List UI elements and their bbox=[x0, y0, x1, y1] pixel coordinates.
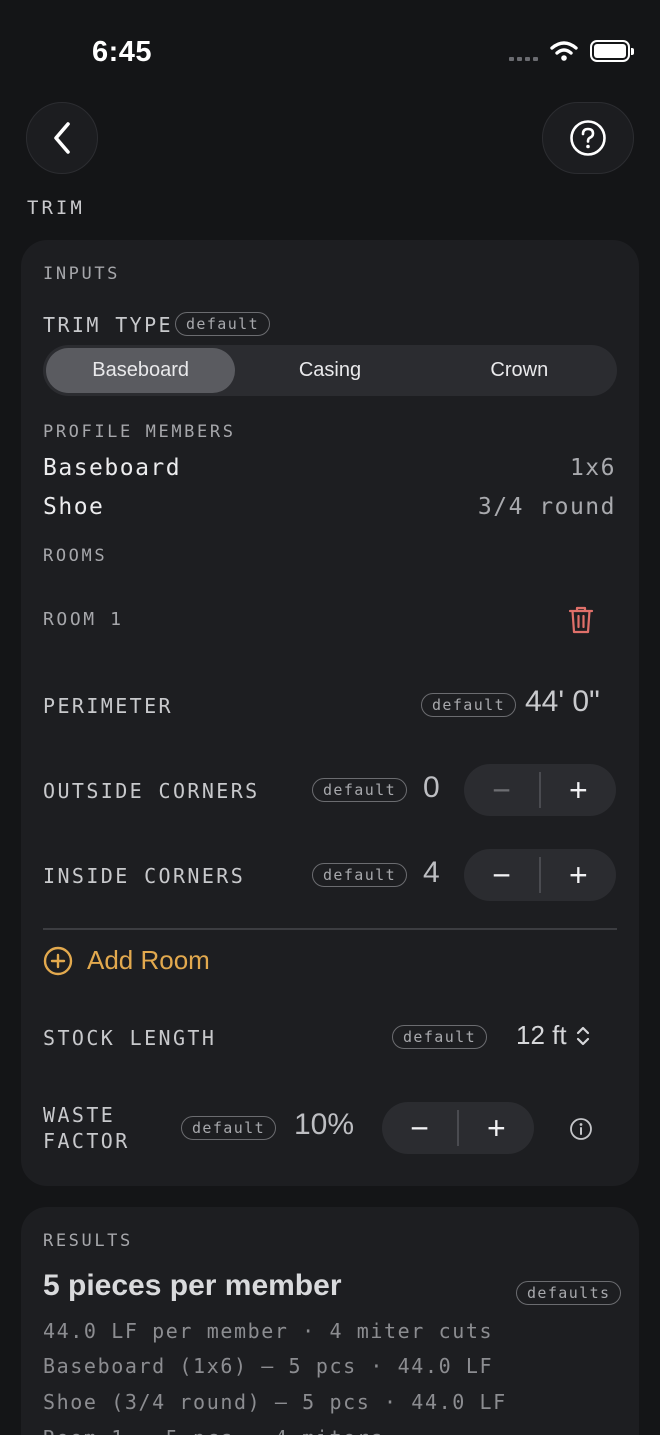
segment-casing[interactable]: Casing bbox=[235, 348, 424, 393]
increment-button[interactable]: + bbox=[541, 849, 616, 901]
segment-crown[interactable]: Crown bbox=[425, 348, 614, 393]
member-name: Baseboard bbox=[43, 455, 182, 481]
cellular-signal-icon bbox=[509, 41, 538, 61]
perimeter-default-badge: default bbox=[421, 693, 517, 717]
waste-factor-label: WASTE FACTOR bbox=[43, 1102, 130, 1154]
waste-factor-label-line1: WASTE bbox=[43, 1103, 116, 1127]
decrement-button[interactable]: − bbox=[464, 764, 539, 816]
back-button[interactable] bbox=[26, 102, 98, 174]
waste-factor-value: 10% bbox=[294, 1108, 355, 1141]
increment-button[interactable]: + bbox=[541, 764, 616, 816]
rooms-label: ROOMS bbox=[43, 546, 108, 566]
inputs-card: INPUTS TRIM TYPE default Baseboard Casin… bbox=[21, 240, 639, 1186]
segment-baseboard[interactable]: Baseboard bbox=[46, 348, 236, 393]
outside-corners-default-badge: default bbox=[312, 778, 408, 802]
trim-type-label: TRIM TYPE bbox=[43, 313, 173, 337]
outside-corners-label: OUTSIDE CORNERS bbox=[43, 779, 260, 803]
inputs-section-label: INPUTS bbox=[43, 264, 121, 284]
chevron-up-down-icon bbox=[576, 1026, 589, 1045]
results-line: Baseboard (1x6) — 5 pcs · 44.0 LF bbox=[43, 1354, 494, 1378]
status-icons bbox=[509, 40, 634, 62]
outside-corners-stepper: − + bbox=[464, 764, 616, 816]
add-room-label: Add Room bbox=[87, 945, 210, 975]
room-name: ROOM 1 bbox=[43, 609, 124, 630]
results-line: Shoe (3/4 round) — 5 pcs · 44.0 LF bbox=[43, 1390, 507, 1414]
trim-type-default-badge: default bbox=[175, 312, 271, 336]
info-icon[interactable] bbox=[569, 1117, 593, 1141]
decrement-button[interactable]: − bbox=[464, 849, 539, 901]
results-line: Room 1 — 5 pcs · 4 miters bbox=[43, 1426, 384, 1435]
wifi-icon bbox=[550, 41, 578, 61]
decrement-button[interactable]: − bbox=[382, 1102, 457, 1154]
member-name: Shoe bbox=[43, 494, 105, 520]
trash-icon[interactable] bbox=[568, 605, 594, 635]
waste-factor-default-badge: default bbox=[181, 1116, 277, 1140]
status-time: 6:45 bbox=[92, 36, 153, 68]
results-headline: 5 pieces per member bbox=[43, 1269, 342, 1302]
inside-corners-stepper: − + bbox=[464, 849, 616, 901]
results-line: 44.0 LF per member · 4 miter cuts bbox=[43, 1319, 494, 1343]
trim-type-segmented-control: Baseboard Casing Crown bbox=[43, 345, 617, 396]
waste-factor-label-line2: FACTOR bbox=[43, 1129, 130, 1153]
plus-circle-icon bbox=[43, 946, 73, 975]
stock-length-default-badge: default bbox=[392, 1025, 488, 1049]
help-button[interactable] bbox=[542, 102, 634, 174]
increment-button[interactable]: + bbox=[459, 1102, 534, 1154]
stock-length-label: STOCK LENGTH bbox=[43, 1026, 217, 1050]
perimeter-label: PERIMETER bbox=[43, 694, 173, 718]
battery-icon bbox=[590, 40, 634, 62]
add-room-button[interactable]: Add Room bbox=[43, 945, 210, 976]
question-circle-icon bbox=[570, 120, 606, 156]
page-title: TRIM bbox=[27, 197, 85, 219]
divider bbox=[43, 928, 617, 930]
perimeter-value[interactable]: 44' 0" bbox=[525, 685, 600, 719]
member-value: 1x6 bbox=[569, 455, 616, 481]
chevron-left-icon bbox=[54, 122, 70, 154]
results-defaults-badge: defaults bbox=[516, 1281, 622, 1305]
results-section-label: RESULTS bbox=[43, 1231, 133, 1251]
outside-corners-value: 0 bbox=[423, 771, 440, 804]
inside-corners-value: 4 bbox=[423, 856, 440, 889]
results-card: RESULTS 5 pieces per member defaults 44.… bbox=[21, 1207, 639, 1435]
waste-factor-stepper: − + bbox=[382, 1102, 534, 1154]
profile-members-label: PROFILE MEMBERS bbox=[43, 422, 236, 442]
inside-corners-default-badge: default bbox=[312, 863, 408, 887]
member-value: 3/4 round bbox=[477, 494, 616, 520]
stock-length-value: 12 ft bbox=[516, 1020, 567, 1050]
inside-corners-label: INSIDE CORNERS bbox=[43, 864, 246, 888]
stock-length-picker[interactable]: 12 ft bbox=[516, 1020, 591, 1051]
